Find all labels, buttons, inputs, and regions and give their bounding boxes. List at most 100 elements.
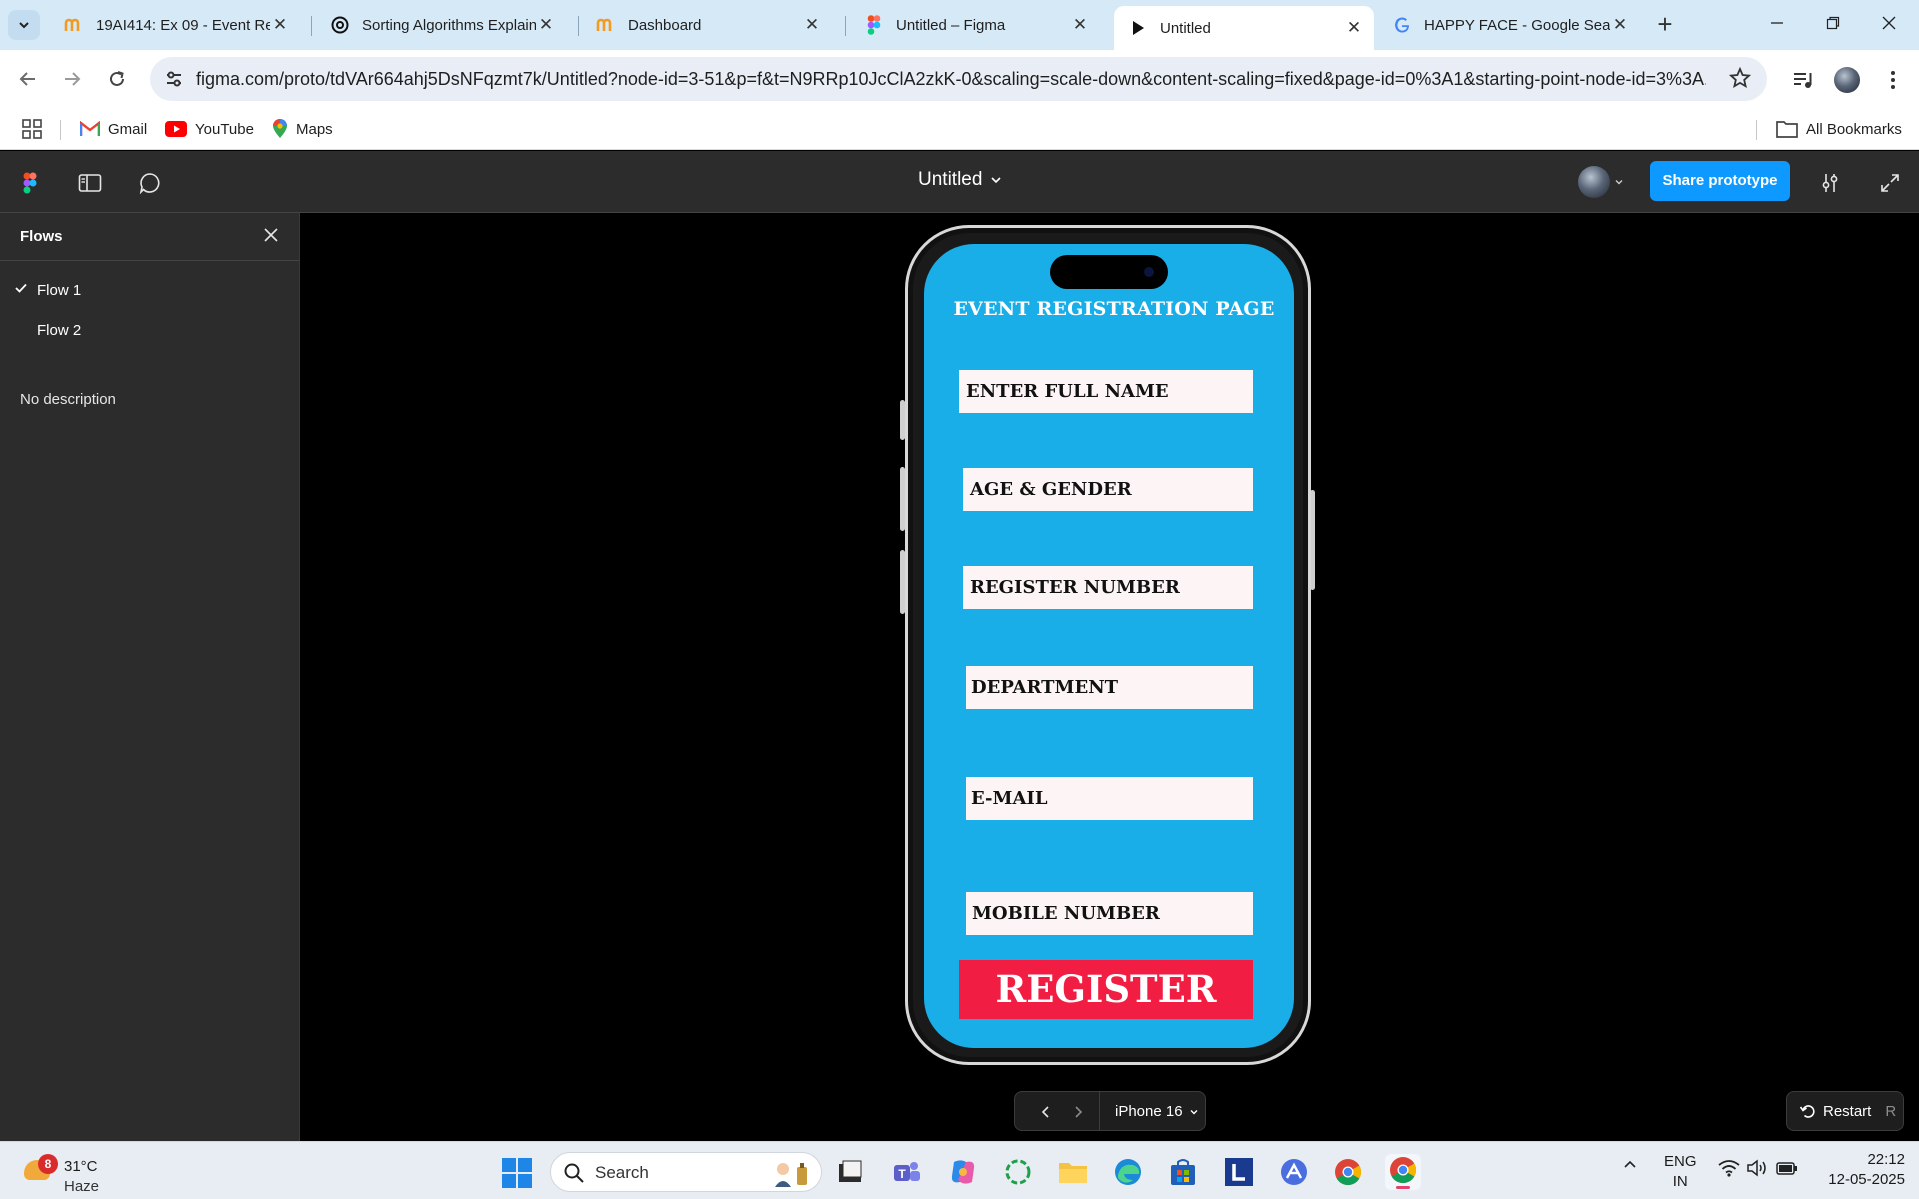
- close-icon[interactable]: ✕: [270, 15, 290, 35]
- back-button[interactable]: [14, 65, 42, 93]
- bookmarks-separator: [60, 120, 61, 140]
- fullscreen-button[interactable]: [1876, 169, 1904, 197]
- sync-icon[interactable]: [1000, 1154, 1036, 1190]
- copilot-icon[interactable]: [945, 1154, 981, 1190]
- notification-badge: 8: [38, 1154, 58, 1174]
- tab-separator: [578, 16, 579, 36]
- registration-title: EVENT REGISTRATION PAGE: [953, 298, 1275, 320]
- close-sidebar-button[interactable]: [261, 225, 281, 250]
- comments-button[interactable]: [136, 169, 164, 197]
- browser-menu-icon[interactable]: [1880, 67, 1906, 93]
- figma-icon: [864, 15, 884, 35]
- flow-label: Flow 1: [37, 282, 82, 299]
- close-icon[interactable]: ✕: [536, 15, 556, 35]
- forward-button[interactable]: [58, 65, 86, 93]
- windows-start-icon[interactable]: [502, 1158, 532, 1188]
- back-arrow-icon: [19, 72, 35, 86]
- input-language-button[interactable]: ENG IN: [1664, 1152, 1697, 1192]
- apps-grid-icon[interactable]: [22, 117, 42, 141]
- close-icon: [1882, 16, 1896, 30]
- chrome-icon[interactable]: [1330, 1154, 1366, 1190]
- register-number-field[interactable]: REGISTER NUMBER: [963, 566, 1253, 609]
- browser-tabstrip: 19AI414: Ex 09 - Event Reg ✕ Sorting Alg…: [0, 0, 1919, 50]
- flow-item-2[interactable]: Flow 2: [0, 312, 300, 348]
- close-window-button[interactable]: [1866, 8, 1912, 42]
- department-field[interactable]: DEPARTMENT: [966, 666, 1253, 709]
- weather-widget[interactable]: 8 31°C Haze: [20, 1150, 110, 1195]
- mobile-number-field[interactable]: MOBILE NUMBER: [966, 892, 1253, 935]
- close-icon[interactable]: ✕: [1070, 15, 1090, 35]
- bookmark-maps[interactable]: Maps: [272, 117, 333, 141]
- close-icon[interactable]: ✕: [1610, 15, 1630, 35]
- l-app-icon[interactable]: [1221, 1154, 1257, 1190]
- check-icon: [14, 281, 28, 299]
- chevron-down-icon: [19, 22, 29, 29]
- new-tab-button[interactable]: +: [1650, 10, 1680, 40]
- gmail-icon: [80, 121, 100, 137]
- share-prototype-button[interactable]: Share prototype: [1650, 161, 1790, 201]
- figma-menu-button[interactable]: [16, 169, 44, 197]
- bookmark-label: Gmail: [108, 120, 148, 138]
- close-icon[interactable]: ✕: [1344, 18, 1364, 38]
- bookmark-star-icon[interactable]: [1728, 66, 1752, 94]
- clock-time: 22:12: [1867, 1151, 1905, 1168]
- language-code: ENG: [1664, 1153, 1697, 1170]
- tab-search-button[interactable]: [8, 10, 40, 40]
- volume-icon[interactable]: [1746, 1159, 1768, 1181]
- next-frame-button[interactable]: [1067, 1101, 1089, 1123]
- full-name-field[interactable]: ENTER FULL NAME: [959, 370, 1253, 413]
- profile-avatar[interactable]: [1834, 67, 1860, 93]
- tab-4[interactable]: Untitled – Figma ✕: [850, 8, 1100, 42]
- age-gender-field[interactable]: AGE & GENDER: [963, 468, 1253, 511]
- site-info-icon[interactable]: [160, 65, 188, 93]
- sidebar-toggle-button[interactable]: [76, 169, 104, 197]
- url-text[interactable]: figma.com/proto/tdVAr664ahj5DsNFqzmt7k/U…: [196, 69, 1706, 90]
- file-explorer-icon[interactable]: [832, 1154, 868, 1190]
- restart-button[interactable]: Restart R: [1786, 1091, 1904, 1131]
- battery-icon[interactable]: [1776, 1160, 1798, 1180]
- chrome-profile-icon[interactable]: [1385, 1154, 1421, 1190]
- multiplayer-avatar-button[interactable]: [1578, 163, 1640, 201]
- address-bar[interactable]: figma.com/proto/tdVAr664ahj5DsNFqzmt7k/U…: [150, 57, 1767, 101]
- folder-icon[interactable]: [1055, 1154, 1091, 1190]
- weather-condition: Haze: [64, 1178, 100, 1195]
- figma-toolbar: Untitled Share prototype: [0, 151, 1919, 213]
- reload-button[interactable]: [103, 65, 131, 93]
- frame-navigation: iPhone 16: [1014, 1091, 1206, 1131]
- tab-6[interactable]: HAPPY FACE - Google Sear ✕: [1378, 8, 1640, 42]
- store-icon[interactable]: [1165, 1154, 1201, 1190]
- tab-2[interactable]: Sorting Algorithms Explain ✕: [316, 8, 566, 42]
- tab-title: Sorting Algorithms Explain: [362, 16, 536, 34]
- show-hidden-icons-button[interactable]: [1622, 1156, 1638, 1176]
- device-selector[interactable]: iPhone 16: [1115, 1103, 1199, 1120]
- minimize-button[interactable]: [1754, 8, 1800, 42]
- bookmark-gmail[interactable]: Gmail: [80, 117, 147, 141]
- teams-icon[interactable]: T: [889, 1154, 925, 1190]
- previous-frame-button[interactable]: [1035, 1101, 1057, 1123]
- taskbar-search[interactable]: Search: [550, 1152, 822, 1192]
- chevron-up-icon: [1624, 1160, 1636, 1168]
- vpn-icon[interactable]: [1276, 1154, 1312, 1190]
- tab-5-active[interactable]: Untitled ✕: [1114, 6, 1374, 50]
- tab-3[interactable]: Dashboard ✕: [582, 8, 832, 42]
- restore-button[interactable]: [1810, 8, 1856, 42]
- edge-icon[interactable]: [1110, 1154, 1146, 1190]
- register-button[interactable]: REGISTER: [959, 960, 1253, 1019]
- prototype-settings-button[interactable]: [1816, 169, 1844, 197]
- all-bookmarks-label: All Bookmarks: [1806, 120, 1902, 138]
- file-title-dropdown[interactable]: Untitled: [918, 169, 1002, 191]
- weather-temp: 31°C: [64, 1158, 98, 1175]
- tab-separator: [845, 16, 846, 36]
- wifi-icon[interactable]: [1718, 1159, 1740, 1181]
- media-control-icon[interactable]: [1790, 67, 1816, 93]
- system-clock[interactable]: 22:12 12-05-2025: [1815, 1150, 1905, 1190]
- openai-icon: [330, 15, 350, 35]
- email-field[interactable]: E-MAIL: [966, 777, 1253, 820]
- chevron-left-icon: [1041, 1106, 1049, 1118]
- bookmark-youtube[interactable]: YouTube: [165, 117, 254, 141]
- close-icon[interactable]: ✕: [802, 15, 822, 35]
- flows-header: Flows: [0, 213, 299, 261]
- flow-item-1[interactable]: Flow 1: [0, 272, 300, 308]
- all-bookmarks-button[interactable]: All Bookmarks: [1776, 117, 1902, 141]
- tab-1[interactable]: 19AI414: Ex 09 - Event Reg ✕: [50, 8, 300, 42]
